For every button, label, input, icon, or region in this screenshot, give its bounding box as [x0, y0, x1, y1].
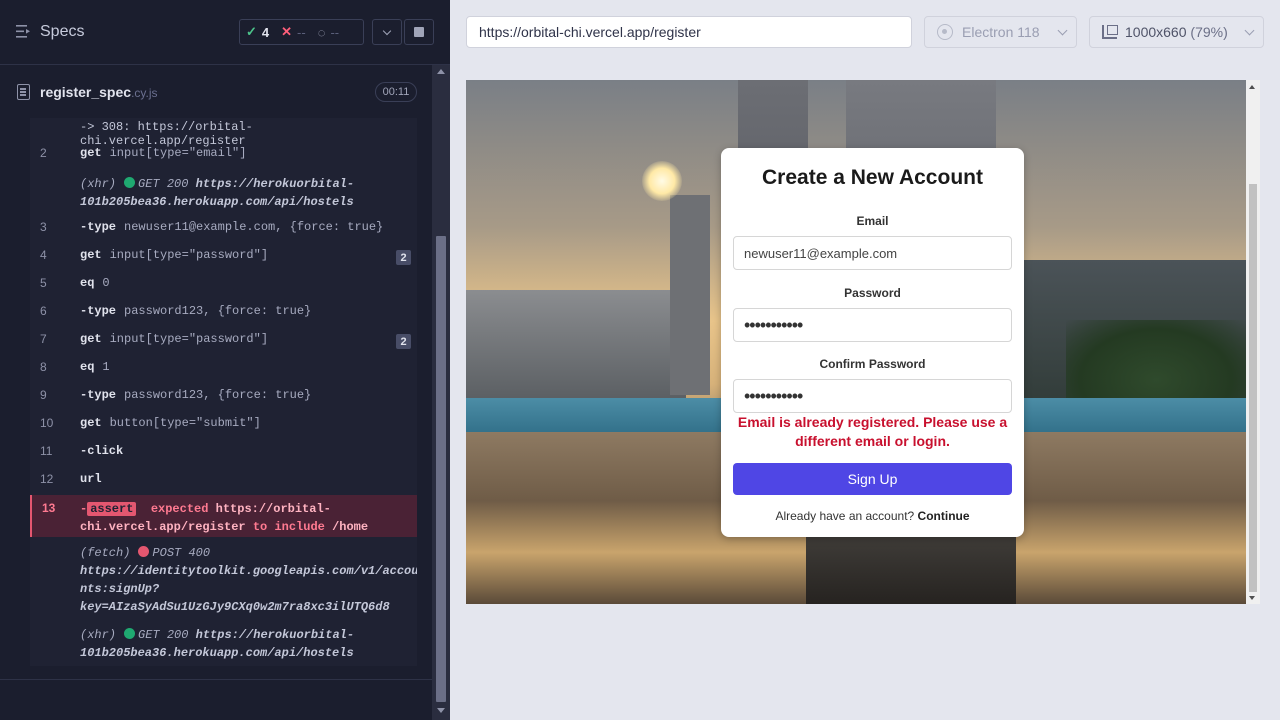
element-count-badge: 2 — [396, 250, 411, 265]
register-card: Create a New Account Email Password Conf… — [721, 148, 1024, 537]
app-viewport: Create a New Account Email Password Conf… — [466, 80, 1246, 604]
continue-link[interactable]: Continue — [918, 509, 970, 523]
confirm-password-label: Confirm Password — [819, 357, 926, 371]
fetch-request-row[interactable]: (fetch) POST 400 https://identitytoolkit.… — [80, 544, 417, 616]
background-building — [670, 195, 710, 395]
reporter-header: Specs ✓ 4 ✕ -- ◌ -- — [0, 0, 450, 65]
confirm-password-field[interactable] — [733, 379, 1012, 413]
error-message: Email is already registered. Please use … — [737, 414, 1008, 449]
electron-icon — [937, 24, 953, 40]
password-label: Password — [844, 286, 901, 300]
failed-stat: ✕ -- — [281, 24, 306, 40]
command-log: -> 308: https://orbital-chi.vercel.app/r… — [30, 118, 417, 666]
background-building — [466, 290, 686, 400]
scroll-up-icon[interactable] — [437, 69, 445, 74]
sign-up-button[interactable]: Sign Up — [733, 463, 1012, 495]
x-icon: ✕ — [281, 24, 293, 39]
file-icon — [17, 84, 30, 100]
reporter-scroll-thumb[interactable] — [436, 236, 446, 702]
app-scroll-thumb[interactable] — [1249, 184, 1257, 592]
browser-selector[interactable]: Electron 118 — [924, 16, 1077, 48]
password-field[interactable] — [733, 308, 1012, 342]
expand-button[interactable] — [372, 19, 402, 45]
spec-duration: 00:11 — [375, 82, 417, 102]
status-ok-icon — [124, 628, 136, 639]
reporter-panel: Specs ✓ 4 ✕ -- ◌ -- register_spec.cy.js … — [0, 0, 450, 720]
divider — [0, 679, 432, 680]
chevron-down-icon — [1244, 25, 1255, 36]
assert-chip: assert — [87, 502, 137, 516]
login-prompt: Already have an account? Continue — [775, 509, 970, 523]
xhr-request-row[interactable]: (xhr) GET 200 https://herokuorbital- 101b… — [80, 175, 410, 211]
specs-label[interactable]: Specs — [40, 23, 84, 41]
test-stats: ✓ 4 ✕ -- ◌ -- — [239, 19, 364, 45]
scroll-up-icon[interactable] — [1249, 85, 1255, 89]
status-ok-icon — [124, 177, 136, 188]
background-sun — [642, 161, 682, 201]
aut-panel: https://orbital-chi.vercel.app/register … — [450, 0, 1280, 720]
stop-button[interactable] — [404, 19, 434, 45]
scroll-down-icon[interactable] — [437, 708, 445, 713]
email-label: Email — [856, 214, 889, 228]
url-bar[interactable]: https://orbital-chi.vercel.app/register — [466, 16, 912, 48]
viewport-selector[interactable]: 1000x660 (79%) — [1089, 16, 1264, 48]
xhr-request-row[interactable]: (xhr) GET 200 https://herokuorbital- 101b… — [80, 626, 410, 662]
element-count-badge: 2 — [396, 334, 411, 349]
scroll-down-icon[interactable] — [1249, 596, 1255, 600]
specs-list-icon[interactable] — [16, 25, 31, 38]
form-title: Create a New Account — [762, 166, 983, 189]
failed-assertion-row[interactable]: 13 - assert expected https://orbital-chi.… — [30, 495, 417, 537]
spec-title[interactable]: register_spec.cy.js — [40, 84, 158, 100]
pending-stat: ◌ -- — [317, 24, 340, 40]
passed-stat: ✓ 4 — [246, 24, 270, 40]
pending-icon: ◌ — [317, 24, 326, 40]
viewport-icon — [1102, 25, 1118, 39]
chevron-down-icon — [382, 26, 392, 35]
check-icon: ✓ — [246, 24, 257, 39]
email-field[interactable] — [733, 236, 1012, 270]
stop-icon — [414, 27, 424, 37]
status-error-icon — [138, 546, 150, 557]
chevron-down-icon — [1057, 25, 1068, 36]
